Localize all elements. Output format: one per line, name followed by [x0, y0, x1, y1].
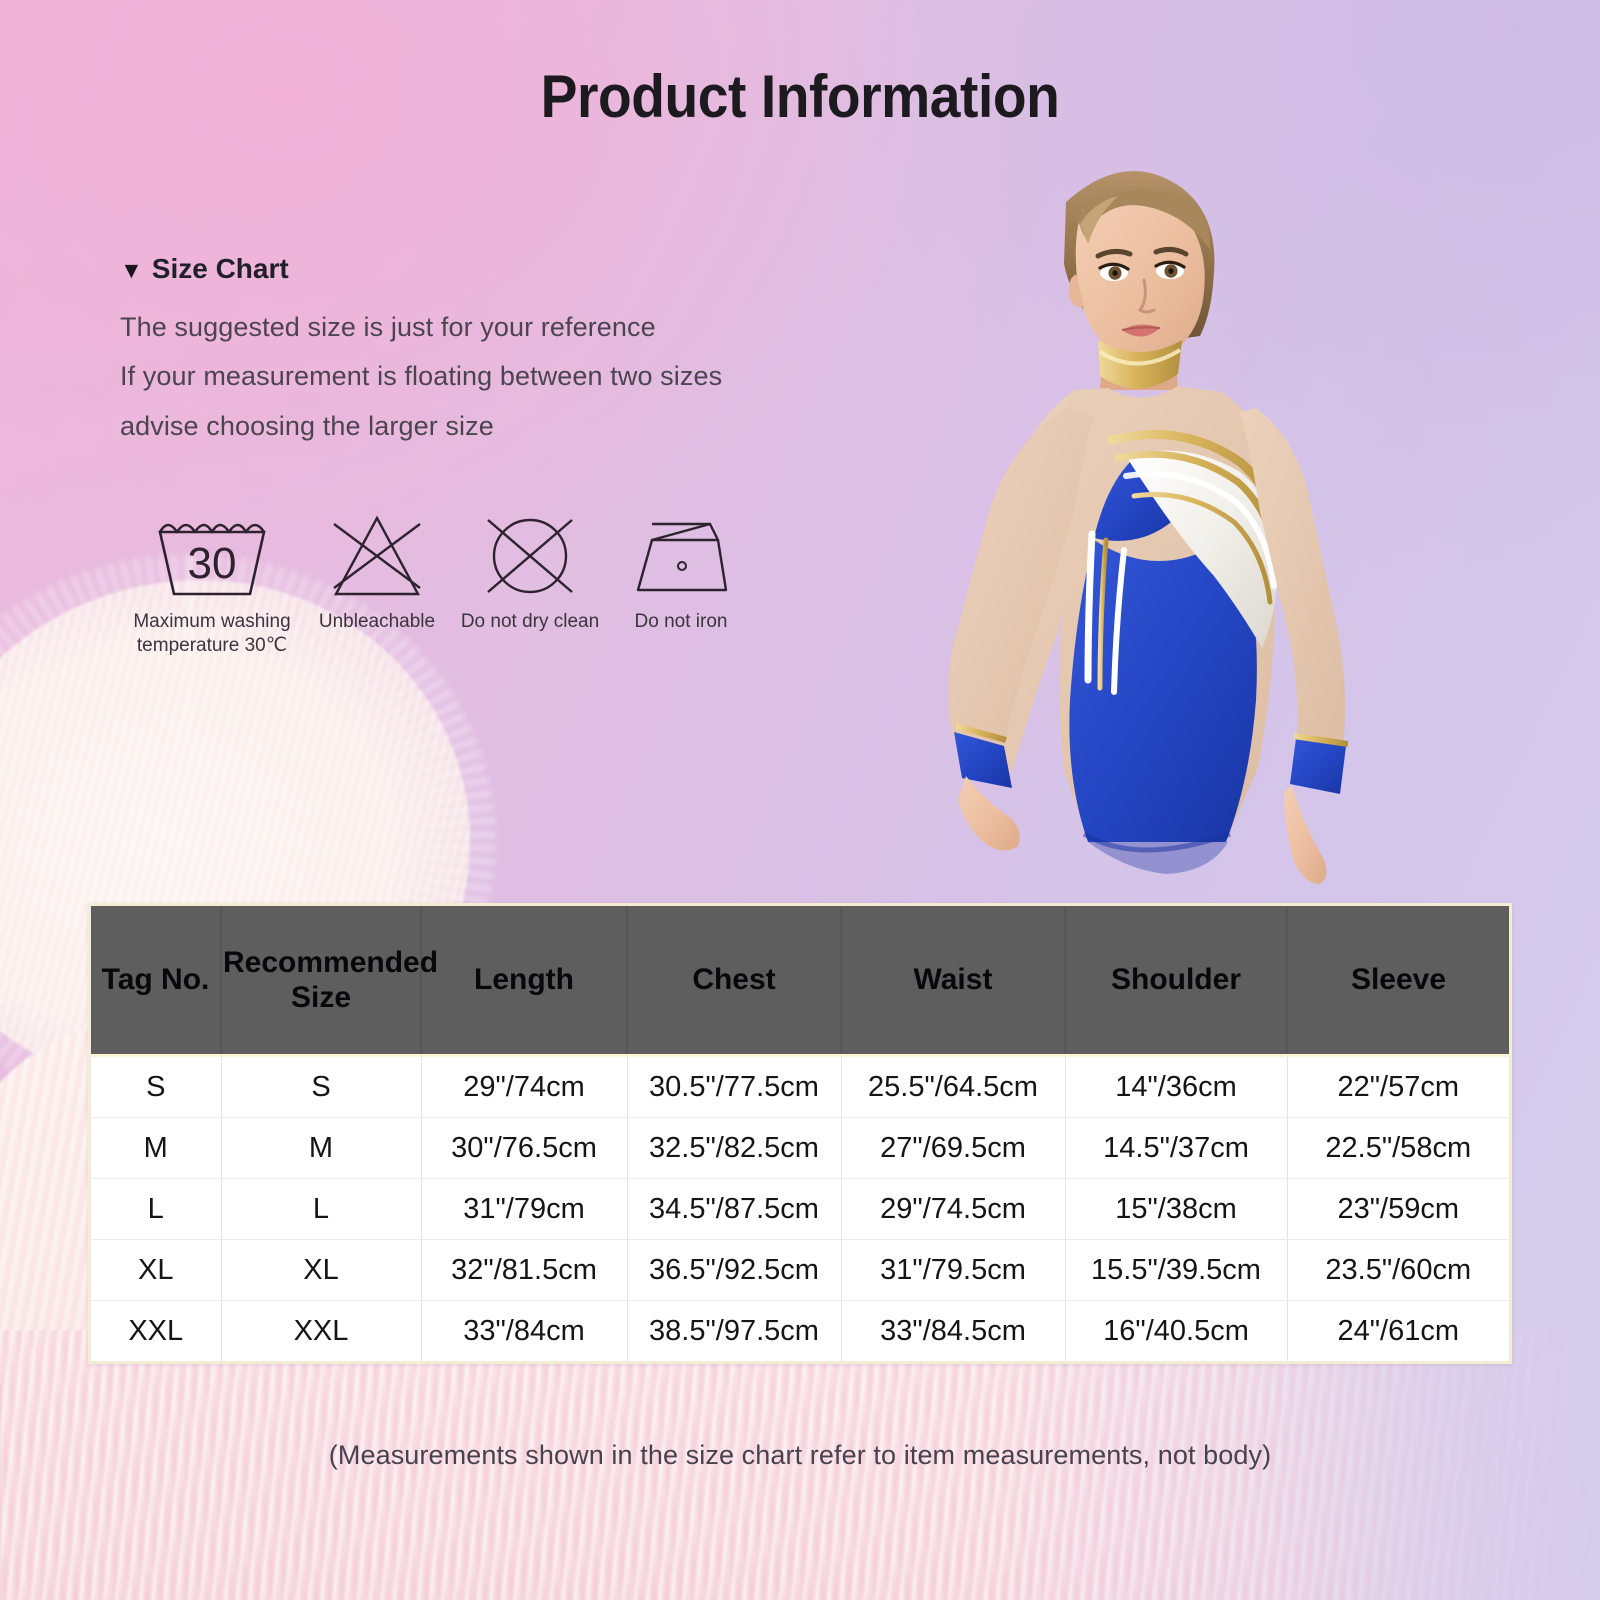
cell-sleeve: 23.5"/60cm: [1287, 1239, 1509, 1301]
cell-sleeve: 22.5"/58cm: [1287, 1117, 1509, 1179]
cell-waist: 31"/79.5cm: [841, 1239, 1066, 1301]
size-chart-description-line-2: If your measurement is floating between …: [120, 361, 723, 392]
size-chart-description-line-3: advise choosing the larger size: [120, 410, 494, 441]
table-row: M M 30"/76.5cm 32.5"/82.5cm 27"/69.5cm 1…: [91, 1117, 1509, 1179]
care-instruction-icons: 30 Maximum washing temperature 30℃ Unble…: [122, 508, 754, 659]
cell-waist: 29"/74.5cm: [841, 1178, 1066, 1240]
column-header-length: Length: [421, 906, 628, 1056]
measurement-disclaimer: (Measurements shown in the size chart re…: [328, 1440, 1272, 1470]
cell-recommended-size: XXL: [221, 1300, 422, 1361]
cell-tag-no: XXL: [91, 1300, 222, 1361]
care-item-bleach: Unbleachable: [302, 508, 452, 634]
column-header-sleeve: Sleeve: [1287, 906, 1509, 1056]
cell-sleeve: 22"/57cm: [1287, 1055, 1509, 1118]
cell-shoulder: 14.5"/37cm: [1065, 1117, 1288, 1179]
cell-shoulder: 15"/38cm: [1065, 1178, 1288, 1240]
cell-sleeve: 24"/61cm: [1287, 1300, 1509, 1361]
cell-recommended-size: XL: [221, 1239, 422, 1301]
cell-shoulder: 15.5"/39.5cm: [1065, 1239, 1288, 1301]
cell-shoulder: 16"/40.5cm: [1065, 1300, 1288, 1361]
cell-length: 32"/81.5cm: [421, 1239, 628, 1301]
column-header-waist: Waist: [841, 906, 1066, 1056]
cell-waist: 25.5"/64.5cm: [841, 1055, 1066, 1118]
cell-recommended-size: S: [221, 1055, 422, 1118]
cell-length: 29"/74cm: [421, 1055, 628, 1118]
cell-recommended-size: L: [221, 1178, 422, 1240]
size-chart-table: Tag No. Recommended Size Length Chest Wa…: [91, 906, 1509, 1361]
cell-tag-no: S: [91, 1055, 222, 1118]
cell-chest: 30.5"/77.5cm: [627, 1055, 842, 1118]
care-caption-iron: Do not iron: [634, 611, 728, 632]
cell-shoulder: 14"/36cm: [1065, 1055, 1288, 1118]
cell-sleeve: 23"/59cm: [1287, 1178, 1509, 1240]
cell-tag-no: XL: [91, 1239, 222, 1301]
cell-length: 31"/79cm: [421, 1178, 628, 1240]
cell-waist: 27"/69.5cm: [841, 1117, 1066, 1179]
column-header-tag-no: Tag No.: [91, 906, 222, 1056]
table-row: L L 31"/79cm 34.5"/87.5cm 29"/74.5cm 15"…: [91, 1178, 1509, 1240]
care-item-dry-clean: Do not dry clean: [452, 508, 608, 634]
no-bleach-icon: [322, 508, 432, 604]
wash-tub-30-icon: 30: [150, 508, 274, 604]
size-chart-description-line-1: The suggested size is just for your refe…: [120, 312, 656, 342]
care-item-wash: 30 Maximum washing temperature 30℃: [122, 508, 302, 659]
size-chart-table-body: S S 29"/74cm 30.5"/77.5cm 25.5"/64.5cm 1…: [91, 1055, 1509, 1361]
table-header-row: Tag No. Recommended Size Length Chest Wa…: [91, 906, 1509, 1056]
table-row: S S 29"/74cm 30.5"/77.5cm 25.5"/64.5cm 1…: [91, 1055, 1509, 1118]
care-item-iron: Do not iron: [608, 508, 754, 634]
cell-chest: 34.5"/87.5cm: [627, 1178, 842, 1240]
cell-chest: 38.5"/97.5cm: [627, 1300, 842, 1361]
size-chart-section: ▼ Size Chart The suggested size is just …: [120, 253, 840, 451]
wash-temp-value: 30: [188, 539, 237, 588]
cell-tag-no: M: [91, 1117, 222, 1179]
no-dry-clean-icon: [476, 508, 584, 604]
table-row: XL XL 32"/81.5cm 36.5"/92.5cm 31"/79.5cm…: [91, 1239, 1509, 1301]
cell-length: 30"/76.5cm: [421, 1117, 628, 1179]
column-header-chest: Chest: [627, 906, 842, 1056]
care-caption-dry-clean: Do not dry clean: [460, 611, 600, 632]
triangle-down-icon: ▼: [120, 256, 143, 283]
size-chart-table-head: Tag No. Recommended Size Length Chest Wa…: [91, 906, 1509, 1056]
care-caption-wash: Maximum washing temperature 30℃: [133, 611, 291, 657]
cell-chest: 36.5"/92.5cm: [627, 1239, 842, 1301]
cell-chest: 32.5"/82.5cm: [627, 1117, 842, 1179]
care-caption-bleach: Unbleachable: [318, 611, 436, 632]
model-product-photo: [826, 140, 1466, 900]
cell-recommended-size: M: [221, 1117, 422, 1179]
size-chart-table-container: Tag No. Recommended Size Length Chest Wa…: [88, 903, 1512, 1364]
size-chart-heading: ▼ Size Chart: [120, 253, 840, 285]
cell-waist: 33"/84.5cm: [841, 1300, 1066, 1361]
column-header-shoulder: Shoulder: [1065, 906, 1288, 1056]
size-chart-heading-label: Size Chart: [151, 253, 289, 284]
page-title: Product Information: [540, 63, 1060, 130]
column-header-recommended-size: Recommended Size: [221, 906, 438, 1056]
cell-length: 33"/84cm: [421, 1300, 628, 1361]
cell-tag-no: L: [91, 1178, 222, 1240]
no-iron-icon: [626, 508, 736, 604]
table-row: XXL XXL 33"/84cm 38.5"/97.5cm 33"/84.5cm…: [91, 1300, 1509, 1361]
